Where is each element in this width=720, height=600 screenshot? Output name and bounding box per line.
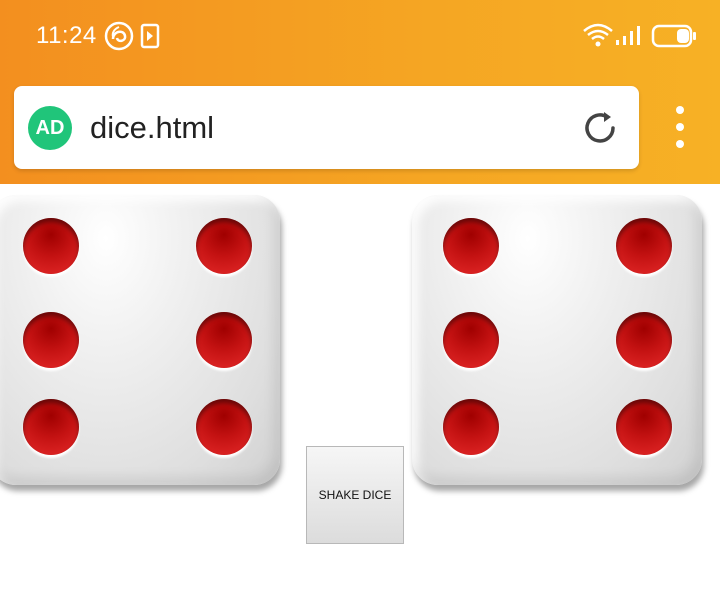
status-time: 11:24 bbox=[36, 22, 97, 49]
die-pip bbox=[196, 399, 252, 455]
signal-icon bbox=[616, 26, 640, 45]
battery-icon bbox=[651, 24, 696, 48]
url-text[interactable]: dice.html bbox=[90, 110, 214, 146]
adblock-icon[interactable]: AD bbox=[28, 106, 72, 150]
adblock-badge-text: AD bbox=[35, 116, 65, 139]
die-pip bbox=[616, 218, 672, 274]
top-bar: 11:24 AD dice.html bbox=[0, 0, 720, 184]
die-pip bbox=[196, 218, 252, 274]
status-bar: 11:24 bbox=[0, 0, 720, 72]
die-pip bbox=[23, 218, 79, 274]
die-left bbox=[0, 195, 280, 485]
die-right bbox=[412, 195, 702, 485]
shake-dice-button[interactable]: SHAKE DICE bbox=[306, 446, 404, 544]
die-pip bbox=[23, 399, 79, 455]
die-pip bbox=[443, 399, 499, 455]
app-notification-icon bbox=[104, 21, 134, 51]
reload-icon[interactable] bbox=[580, 108, 620, 148]
wifi-icon bbox=[583, 23, 613, 47]
die-pip bbox=[616, 399, 672, 455]
die-pip bbox=[616, 312, 672, 368]
media-notification-icon bbox=[140, 23, 160, 49]
die-pip bbox=[443, 218, 499, 274]
die-pip bbox=[196, 312, 252, 368]
overflow-menu-icon[interactable] bbox=[668, 106, 692, 150]
die-pip bbox=[443, 312, 499, 368]
address-bar[interactable]: AD dice.html bbox=[14, 86, 639, 169]
die-pip bbox=[23, 312, 79, 368]
